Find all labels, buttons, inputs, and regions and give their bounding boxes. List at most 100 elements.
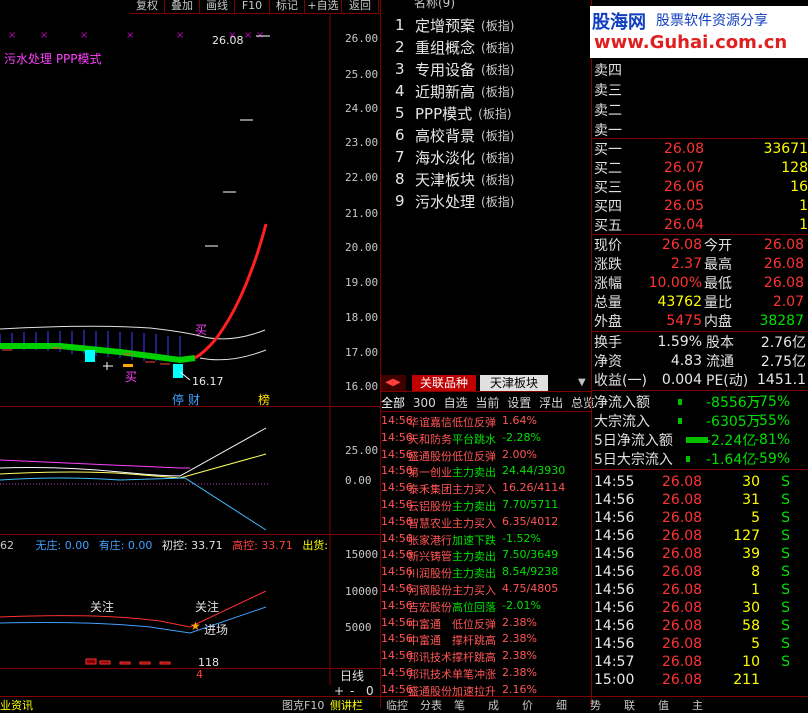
concept-item[interactable]: 6 高校背景 (板指)	[395, 124, 514, 146]
buy-levels: 买一 26.08 33671 买二 26.07 128 买三 26.06 16 买四 26.05 1 买…	[594, 139, 808, 234]
buy-level-price: 26.04	[664, 216, 705, 233]
bottom-quote-tab[interactable]: 势	[590, 697, 601, 713]
buy-level-label: 买三	[594, 179, 622, 196]
indicator-panel-2[interactable]: 62 无庄: 0.00 有庄: 0.00 初控: 33.71 高控: 33.71…	[0, 535, 380, 685]
quote-stat-label: 净资	[594, 353, 622, 370]
buy-level-row[interactable]: 买一 26.08 33671	[594, 139, 808, 158]
radar-row[interactable]: 14:56 盛通股份 低位反弹 2.00%	[381, 448, 591, 465]
tick-volume: 5	[751, 509, 760, 526]
filter-current[interactable]: 当前	[475, 396, 499, 410]
svg-text:×: ×	[176, 30, 184, 41]
bottom-quote-tab[interactable]: 笔	[454, 697, 465, 713]
radar-row[interactable]: 14:56 泰禾集团 主力买入 16.26/4114	[381, 481, 591, 498]
concept-item[interactable]: 2 重组概念 (板指)	[395, 36, 514, 58]
tab-tianjin-sector[interactable]: 天津板块	[480, 375, 548, 391]
toolbar-mark-button[interactable]: 标记	[270, 0, 305, 14]
filter-favorites[interactable]: 自选	[444, 396, 468, 410]
concept-item[interactable]: 7 海水淡化 (板指)	[395, 146, 514, 168]
capital-flow-value: -2.24亿	[706, 432, 757, 449]
radar-stock-name: 华谊嘉信	[408, 416, 452, 429]
radar-row[interactable]: 14:56 华谊嘉信 低位反弹 1.64%	[381, 414, 591, 431]
radar-row[interactable]: 14:56 张家港行 加速下跌 -1.52%	[381, 532, 591, 549]
svg-text:×: ×	[8, 30, 16, 41]
bottom-quote-tab[interactable]: 主	[692, 697, 703, 713]
period-label[interactable]: 日线	[340, 667, 364, 684]
concept-item[interactable]: 5 PPP模式 (板指)	[395, 102, 514, 124]
radar-row[interactable]: 14:56 河钢股份 主力买入 4.75/4805	[381, 582, 591, 599]
bottom-quote-tab[interactable]: 分表	[420, 697, 442, 713]
radar-row[interactable]: 14:56 中富通 低位反弹 2.38%	[381, 616, 591, 633]
tab-prev-button[interactable]: ◀▶	[380, 375, 406, 391]
bottom-quote-tab[interactable]: 临控	[386, 697, 408, 713]
toolbar-f10-button[interactable]: F10	[235, 0, 270, 14]
quote-stat-value: 10.00%	[648, 274, 702, 291]
price-axis-label: 25.00	[345, 68, 379, 81]
indicator-2-canvas	[0, 535, 331, 685]
toolbar-add-favorite-button[interactable]: +自选	[305, 0, 342, 14]
filter-all[interactable]: 全部	[381, 396, 405, 410]
bottom-sidebar-tab[interactable]: 侧讲栏	[330, 697, 363, 712]
filter-300[interactable]: 300	[413, 396, 436, 410]
radar-row[interactable]: 14:56 邦讯技术 单笔冲涨 2.38%	[381, 666, 591, 683]
filter-float[interactable]: 浮出	[539, 396, 563, 410]
quote-stat-label: 总量	[594, 294, 622, 311]
radar-row[interactable]: 14:56 川润股份 主力卖出 8.54/9238	[381, 565, 591, 582]
radar-row[interactable]: 14:56 第一创业 主力卖出 24.44/3930	[381, 464, 591, 481]
radar-action: 主力卖出	[452, 466, 496, 480]
bottom-quote-tab[interactable]: 价	[522, 697, 533, 713]
buy-level-row[interactable]: 买二 26.07 128	[594, 158, 808, 177]
capital-flow-bar	[678, 417, 682, 424]
radar-row[interactable]: 14:56 云铝股份 主力卖出 7.70/5711	[381, 498, 591, 515]
concept-item[interactable]: 1 定增预案 (板指)	[395, 14, 514, 36]
buy-level-row[interactable]: 买三 26.06 16	[594, 177, 808, 196]
radar-row[interactable]: 14:56 吉宏股份 高位回落 -2.01%	[381, 599, 591, 616]
tick-time: 15:00	[594, 671, 635, 688]
radar-time: 14:56	[381, 464, 413, 478]
buy-level-label: 买一	[594, 141, 622, 158]
price-chart-canvas: × × × × × × × ×	[0, 14, 331, 408]
capital-flow-value: -6305万	[706, 413, 761, 430]
quote-stat-row: 净资 4.83 流通 2.75亿	[594, 351, 808, 370]
toolbar-overlay-button[interactable]: 叠加	[165, 0, 200, 14]
toolbar-back-button[interactable]: 返回	[342, 0, 379, 14]
concept-name: 天津板块	[415, 170, 476, 189]
radar-row[interactable]: 14:56 新兴铸管 主力卖出 7.50/3649	[381, 548, 591, 565]
radar-row[interactable]: 14:56 天和防务 平台跳水 -2.28%	[381, 431, 591, 448]
filter-settings[interactable]: 设置	[507, 396, 531, 410]
bottom-f10-tab[interactable]: 图克F10	[282, 697, 324, 712]
concept-index: 5	[395, 104, 405, 122]
concept-item[interactable]: 4 近期新高 (板指)	[395, 80, 514, 102]
tab-dropdown-icon[interactable]: ▼	[578, 377, 586, 388]
quote-stat-row: 换手 1.59% 股本 2.76亿	[594, 332, 808, 351]
concept-tag: (板指)	[481, 62, 515, 77]
tab-related-varieties[interactable]: 关联品种	[412, 375, 476, 391]
bottom-news-tab[interactable]: 业资讯	[0, 697, 33, 712]
radar-row[interactable]: 14:56 中富通 撑杆跳高 2.38%	[381, 632, 591, 649]
bottom-quote-tab[interactable]: 联	[624, 697, 635, 713]
indicator-1-axis-label: 0.00	[345, 474, 372, 487]
sell-level-label: 卖三	[594, 82, 622, 99]
concept-item[interactable]: 3 专用设备 (板指)	[395, 58, 514, 80]
radar-action: 低位反弹	[452, 617, 496, 631]
buy-level-row[interactable]: 买五 26.04 1	[594, 215, 808, 234]
indicator-panel-1[interactable]: 25.00 0.00	[0, 408, 380, 534]
bottom-quote-tab[interactable]: 细	[556, 697, 567, 713]
toolbar-draw-button[interactable]: 画线	[200, 0, 235, 14]
bottom-quote-tab[interactable]: 值	[658, 697, 669, 713]
tick-row: 14:56 26.08 1 S	[594, 580, 808, 599]
bottom-quote-tab[interactable]: 成	[488, 697, 499, 713]
toolbar-fuquan-button[interactable]: 复权	[130, 0, 165, 14]
tick-volume: 10	[742, 653, 760, 670]
concept-item[interactable]: 9 污水处理 (板指)	[395, 190, 514, 212]
sell-level-label: 卖一	[594, 122, 622, 139]
radar-row[interactable]: 14:56 邦讯技术 撑杆跳高 2.38%	[381, 649, 591, 666]
tick-time: 14:57	[594, 653, 635, 670]
buy-level-row[interactable]: 买四 26.05 1	[594, 196, 808, 215]
price-chart[interactable]: × × × × × × × × 污水处理 PPP模式 26.08 16.17 买…	[0, 14, 380, 408]
concept-item[interactable]: 8 天津板块 (板指)	[395, 168, 514, 190]
radar-row[interactable]: 14:56 智慧农业 主力买入 6.35/4012	[381, 515, 591, 532]
radar-stock-name: 新兴铸管	[408, 550, 452, 564]
quote-stat-value: 1.59%	[657, 333, 702, 350]
buy-level-label: 买五	[594, 217, 622, 234]
tick-volume: 8	[751, 563, 760, 580]
